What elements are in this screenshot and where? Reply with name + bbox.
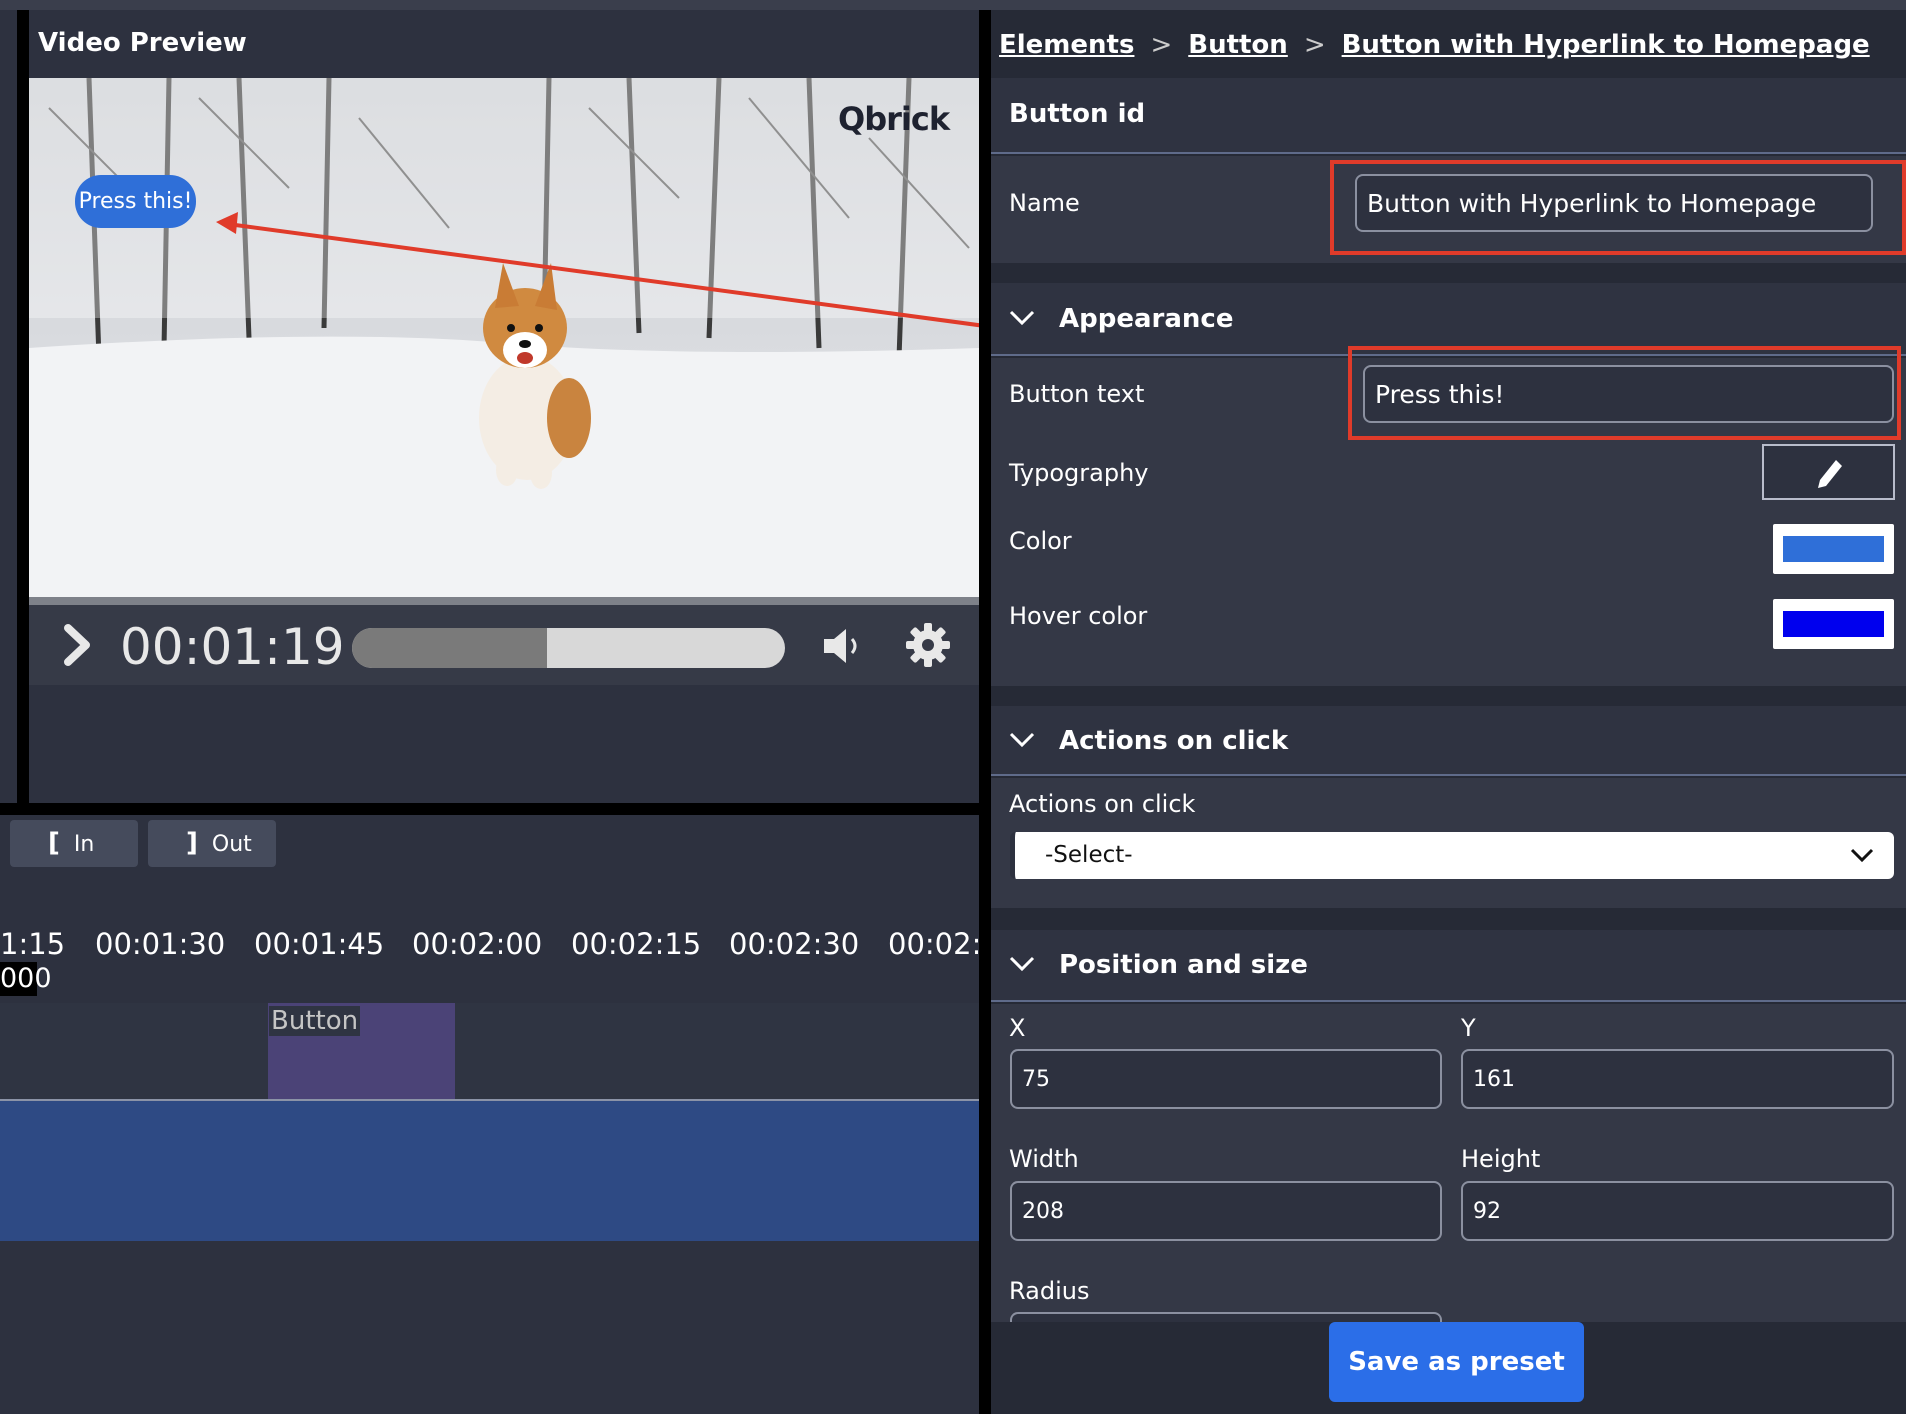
chevron-right-icon: > — [1303, 30, 1326, 60]
width-label: Width — [1009, 1145, 1079, 1173]
actions-select[interactable]: -Select- — [1010, 832, 1894, 879]
y-input[interactable]: 161 — [1461, 1049, 1894, 1109]
timeline-empty-area — [0, 1241, 979, 1414]
in-label: In — [73, 832, 95, 857]
breadcrumb-elements[interactable]: Elements — [999, 30, 1134, 60]
hover-color-swatch[interactable] — [1773, 599, 1894, 649]
breadcrumb-button[interactable]: Button — [1188, 30, 1288, 60]
out-label: Out — [211, 832, 252, 857]
chevron-down-icon — [1850, 848, 1874, 863]
actions-select-value: -Select- — [1045, 842, 1133, 868]
radius-label: Radius — [1009, 1277, 1090, 1305]
color-swatch[interactable] — [1773, 524, 1894, 574]
tick-label: 00:02:00 — [412, 927, 543, 961]
width-input[interactable]: 208 — [1010, 1181, 1442, 1241]
breadcrumb: Elements > Button > Button with Hyperlink to… — [999, 30, 1870, 60]
actions-title: Actions on click — [1059, 726, 1289, 756]
gear-icon[interactable] — [905, 622, 951, 668]
play-icon[interactable] — [62, 622, 92, 668]
button-clip-label: Button — [269, 1006, 361, 1036]
tick-label: 00:01:30 — [95, 927, 226, 961]
element-track[interactable] — [0, 1003, 979, 1099]
progress-fill — [352, 628, 547, 668]
typography-edit-button[interactable] — [1762, 444, 1895, 500]
pencil-icon — [1818, 460, 1842, 488]
height-label: Height — [1461, 1145, 1541, 1173]
button-text-input[interactable]: Press this! — [1363, 365, 1894, 423]
color-swatch-fill — [1783, 536, 1884, 562]
tick-label: 00:02:15 — [571, 927, 702, 961]
tick-label: 00:02:30 — [729, 927, 860, 961]
out-button[interactable]: ] Out — [148, 820, 276, 867]
tick-label: 1:15 — [0, 927, 66, 961]
chevron-down-icon[interactable] — [1009, 732, 1035, 748]
breadcrumb-current[interactable]: Button with Hyperlink to Homepage — [1342, 30, 1870, 60]
save-as-preset-button[interactable]: Save as preset — [1329, 1322, 1584, 1402]
hover-color-swatch-fill — [1783, 611, 1884, 637]
time-display: 00:01:19 — [120, 618, 345, 676]
position-title: Position and size — [1059, 950, 1308, 980]
y-label: Y — [1461, 1014, 1476, 1042]
button-id-title: Button id — [1009, 99, 1146, 129]
progress-bar[interactable] — [352, 628, 785, 668]
in-button[interactable]: [In — [10, 820, 138, 867]
in-out-bar — [0, 815, 979, 875]
color-label: Color — [1009, 527, 1072, 555]
panel-divider[interactable] — [979, 10, 991, 1414]
video-track[interactable] — [0, 1101, 979, 1241]
height-input[interactable]: 92 — [1461, 1181, 1894, 1241]
name-input[interactable]: Button with Hyperlink to Homepage — [1355, 174, 1873, 232]
chevron-down-icon[interactable] — [1009, 310, 1035, 326]
name-label: Name — [1009, 189, 1080, 217]
chevron-right-icon: > — [1150, 30, 1173, 60]
typography-label: Typography — [1009, 459, 1149, 487]
tick-label: 00:01:45 — [254, 927, 385, 961]
x-input[interactable]: 75 — [1010, 1049, 1442, 1109]
x-label: X — [1009, 1014, 1026, 1042]
tick-label: 00:02:4 — [888, 927, 979, 961]
appearance-title: Appearance — [1059, 304, 1234, 334]
button-text-label: Button text — [1009, 380, 1145, 408]
actions-label: Actions on click — [1009, 790, 1196, 818]
hover-color-label: Hover color — [1009, 602, 1148, 630]
chevron-down-icon[interactable] — [1009, 956, 1035, 972]
volume-icon[interactable] — [822, 625, 868, 667]
timeline-divider[interactable] — [0, 803, 979, 815]
playhead-time-label: 000 — [0, 962, 52, 996]
